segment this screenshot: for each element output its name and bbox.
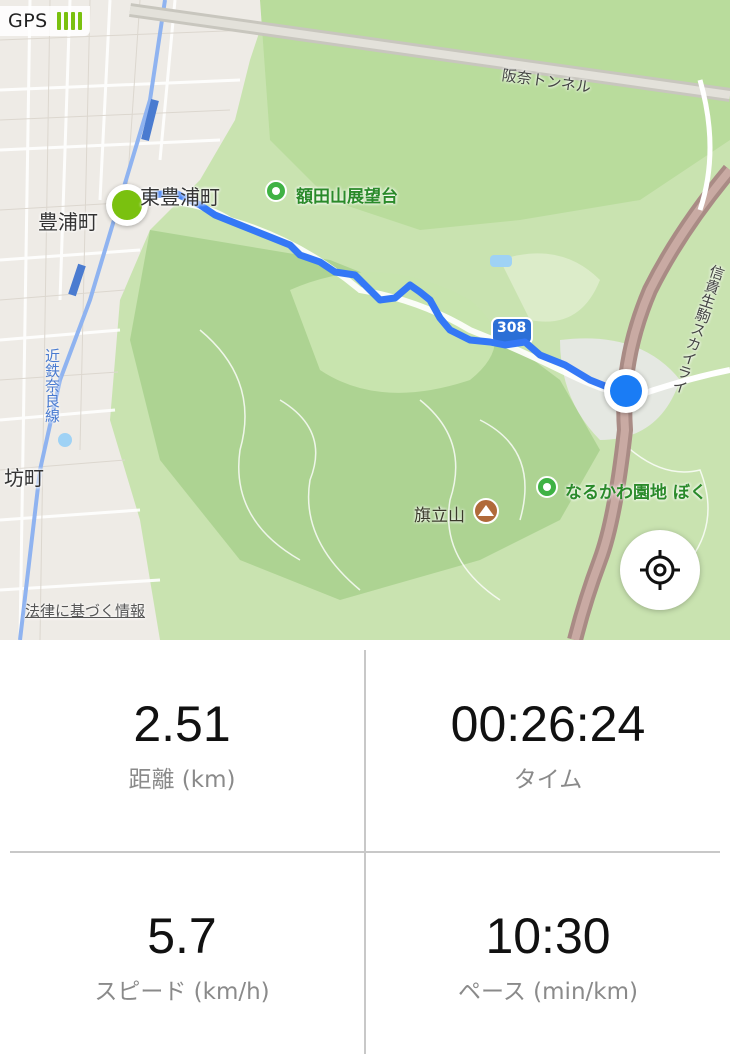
park-icon	[536, 476, 558, 498]
stat-speed-label: スピード (km/h)	[94, 979, 270, 1005]
stat-distance-label: 距離 (km)	[128, 767, 236, 793]
stat-time-label: タイム	[513, 767, 583, 793]
stat-distance-value: 2.51	[133, 696, 231, 752]
map-label-narukawa[interactable]: なるかわ園地 ぼく	[565, 478, 707, 503]
gps-status: GPS	[0, 6, 90, 36]
map-label-bo-cho: 坊町	[4, 466, 44, 490]
gps-signal-icon	[56, 12, 82, 30]
stat-pace: 10:30 ペース (min/km)	[366, 906, 730, 1006]
map-label-hatatateyama: 旗立山	[414, 506, 465, 526]
stats-divider-horizontal	[10, 851, 720, 853]
map-view[interactable]: 豊浦町 東豊浦町 額田山展望台 阪奈トンネル 近鉄奈良線 坊町 旗立山 なるかわ…	[0, 0, 730, 640]
locate-me-button[interactable]	[620, 530, 700, 610]
map-label-observatory[interactable]: 額田山展望台	[296, 182, 398, 207]
stat-pace-label: ペース (min/km)	[458, 979, 638, 1005]
map-label-higashi-toyoura: 東豊浦町	[140, 185, 220, 209]
stat-pace-value: 10:30	[485, 908, 611, 964]
crosshair-icon	[640, 550, 680, 590]
route-number-label: 308	[497, 320, 527, 336]
stats-panel: 2.51 距離 (km) 00:26:24 タイム 5.7 スピード (km/h…	[0, 640, 730, 1064]
map-canvas	[0, 0, 730, 640]
gps-label: GPS	[8, 10, 48, 32]
map-label-toyoura: 豊浦町	[38, 210, 98, 234]
stat-time: 00:26:24 タイム	[366, 694, 730, 794]
current-location-marker	[604, 369, 648, 413]
legal-info-link[interactable]: 法律に基づく情報	[25, 600, 145, 621]
observatory-icon	[265, 180, 287, 202]
stat-speed-value: 5.7	[147, 908, 217, 964]
stat-speed: 5.7 スピード (km/h)	[0, 906, 364, 1006]
stat-distance: 2.51 距離 (km)	[0, 694, 364, 794]
map-label-rail-line: 近鉄奈良線	[43, 348, 61, 423]
stat-time-value: 00:26:24	[450, 696, 646, 752]
